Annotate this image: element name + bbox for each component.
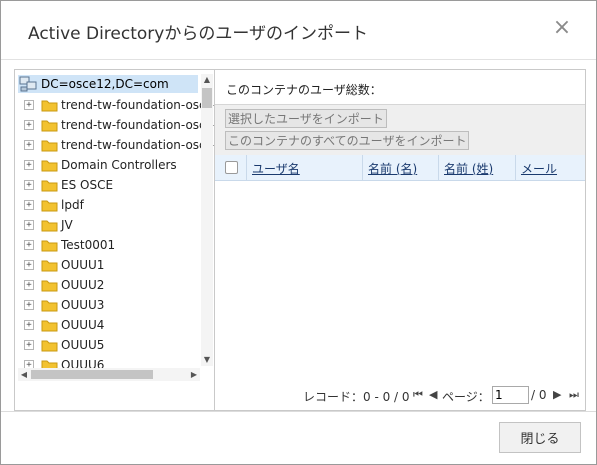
tree-node-label: Domain Controllers xyxy=(61,158,177,172)
tree-horizontal-scrollbar[interactable]: ◀ ▶ xyxy=(18,368,200,381)
pager: レコード：0 - 0 / 0 ⏮ ◀ ページ： / 0 ▶ ⏭ xyxy=(215,380,585,410)
expand-icon[interactable]: + xyxy=(24,120,34,130)
folder-icon xyxy=(41,120,58,132)
folder-icon xyxy=(41,220,58,232)
import-selected-button[interactable]: 選択したユーザをインポート xyxy=(225,109,387,128)
tree-node[interactable]: + ES OSCE xyxy=(15,175,200,195)
tree-node[interactable]: + OUUU4 xyxy=(15,315,200,335)
tree-node[interactable]: + trend-tw-foundation-osce- xyxy=(15,115,214,135)
expand-icon[interactable]: + xyxy=(24,220,34,230)
expand-icon[interactable]: + xyxy=(24,100,34,110)
folder-icon xyxy=(41,300,58,312)
folder-icon xyxy=(41,260,58,272)
prev-page-icon[interactable]: ◀ xyxy=(429,388,437,401)
tree-node-label: JV xyxy=(61,218,73,232)
scroll-thumb[interactable] xyxy=(31,370,153,379)
folder-icon xyxy=(41,340,58,352)
expand-icon[interactable]: + xyxy=(24,300,34,310)
scroll-up-icon[interactable]: ▲ xyxy=(201,74,213,86)
tree-node-label: OUUU4 xyxy=(61,318,105,332)
tree-node[interactable]: + OUUU1 xyxy=(15,255,200,275)
tree-root-label: DC=osce12,DC=com xyxy=(41,77,169,91)
last-page-icon[interactable]: ⏭ xyxy=(569,388,579,402)
tree-root-node[interactable]: DC=osce12,DC=com xyxy=(18,75,198,93)
expand-icon[interactable]: + xyxy=(24,320,34,330)
scroll-right-icon[interactable]: ▶ xyxy=(188,368,200,381)
expand-icon[interactable]: + xyxy=(24,340,34,350)
column-email[interactable]: メール xyxy=(515,155,586,180)
expand-icon[interactable]: + xyxy=(24,240,34,250)
tree-node-label: OUUU5 xyxy=(61,338,105,352)
dialog-title: Active Directoryからのユーザのインポート xyxy=(28,24,368,44)
tree-node-label: trend-tw-foundation-osce- xyxy=(61,138,215,152)
tree-node[interactable]: + OUUU3 xyxy=(15,295,200,315)
folder-icon xyxy=(41,240,58,252)
expand-icon[interactable]: + xyxy=(24,260,34,270)
ou-tree: DC=osce12,DC=com + trend-tw-foundation-o… xyxy=(15,70,215,410)
close-icon[interactable]: × xyxy=(552,17,572,39)
tree-node[interactable]: + JV xyxy=(15,215,200,235)
user-grid-header: ユーザ名 名前 (名) 名前 (姓) メール xyxy=(215,155,585,181)
column-first-name-label: 名前 (名) xyxy=(368,162,418,176)
tree-node[interactable]: + lpdf xyxy=(15,195,200,215)
folder-icon xyxy=(41,200,58,212)
dialog-titlebar: Active Directoryからのユーザのインポート × xyxy=(1,1,596,60)
column-last-name-label: 名前 (姓) xyxy=(444,162,494,176)
folder-icon xyxy=(41,320,58,332)
expand-icon[interactable]: + xyxy=(24,200,34,210)
user-count-label: このコンテナのユーザ総数： xyxy=(226,83,382,97)
page-label: ページ： xyxy=(442,390,490,404)
folder-icon xyxy=(41,280,58,292)
tree-node[interactable]: + Domain Controllers xyxy=(15,155,200,175)
user-panel: このコンテナのユーザ総数： 選択したユーザをインポート このコンテナのすべてのユ… xyxy=(215,70,585,410)
folder-icon xyxy=(41,180,58,192)
column-username-label: ユーザ名 xyxy=(252,162,300,176)
expand-icon[interactable]: + xyxy=(24,160,34,170)
tree-node-label: lpdf xyxy=(61,198,84,212)
tree-node-label: OUUU3 xyxy=(61,298,105,312)
dialog-footer: 閉じる xyxy=(1,411,596,465)
record-count: レコード：0 - 0 / 0 xyxy=(303,390,410,404)
tree-node[interactable]: + trend-tw-foundation-osce- xyxy=(15,95,214,115)
import-toolbar: 選択したユーザをインポート このコンテナのすべてのユーザをインポート xyxy=(215,104,585,156)
folder-icon xyxy=(41,140,58,152)
tree-node-label: trend-tw-foundation-osce- xyxy=(61,98,215,112)
expand-icon[interactable]: + xyxy=(24,180,34,190)
scroll-thumb[interactable] xyxy=(202,88,212,108)
import-all-button[interactable]: このコンテナのすべてのユーザをインポート xyxy=(225,131,470,150)
dialog-content: DC=osce12,DC=com + trend-tw-foundation-o… xyxy=(14,69,586,411)
tree-node[interactable]: + trend-tw-foundation-osce- xyxy=(15,135,214,155)
page-total: / 0 xyxy=(531,388,547,402)
tree-node[interactable]: + OUUU2 xyxy=(15,275,200,295)
scroll-left-icon[interactable]: ◀ xyxy=(18,368,30,381)
tree-node[interactable]: + Test0001 xyxy=(15,235,200,255)
computer-network-icon xyxy=(19,76,37,92)
next-page-icon[interactable]: ▶ xyxy=(553,388,561,401)
column-email-label: メール xyxy=(521,162,558,176)
tree-node-label: Test0001 xyxy=(61,238,116,252)
page-number-input[interactable] xyxy=(492,386,529,404)
import-dialog: Active Directoryからのユーザのインポート × DC=osce12… xyxy=(0,0,597,465)
tree-vertical-scrollbar[interactable]: ▲ ▼ xyxy=(201,74,213,366)
select-all-checkbox[interactable] xyxy=(225,161,238,174)
folder-icon xyxy=(41,160,58,172)
tree-node-label: trend-tw-foundation-osce- xyxy=(61,118,215,132)
scroll-down-icon[interactable]: ▼ xyxy=(201,354,213,366)
tree-list: + trend-tw-foundation-osce- + trend-tw-f… xyxy=(15,95,214,375)
first-page-icon[interactable]: ⏮ xyxy=(413,388,423,402)
folder-icon xyxy=(41,100,58,112)
column-first-name[interactable]: 名前 (名) xyxy=(362,155,438,180)
column-last-name[interactable]: 名前 (姓) xyxy=(438,155,515,180)
tree-node-label: ES OSCE xyxy=(61,178,114,192)
select-all-column xyxy=(215,155,246,180)
expand-icon[interactable]: + xyxy=(24,140,34,150)
tree-node-label: OUUU2 xyxy=(61,278,105,292)
expand-icon[interactable]: + xyxy=(24,280,34,290)
close-button[interactable]: 閉じる xyxy=(499,422,581,453)
tree-node[interactable]: + OUUU5 xyxy=(15,335,200,355)
column-username[interactable]: ユーザ名 xyxy=(246,155,362,180)
tree-node-label: OUUU1 xyxy=(61,258,105,272)
